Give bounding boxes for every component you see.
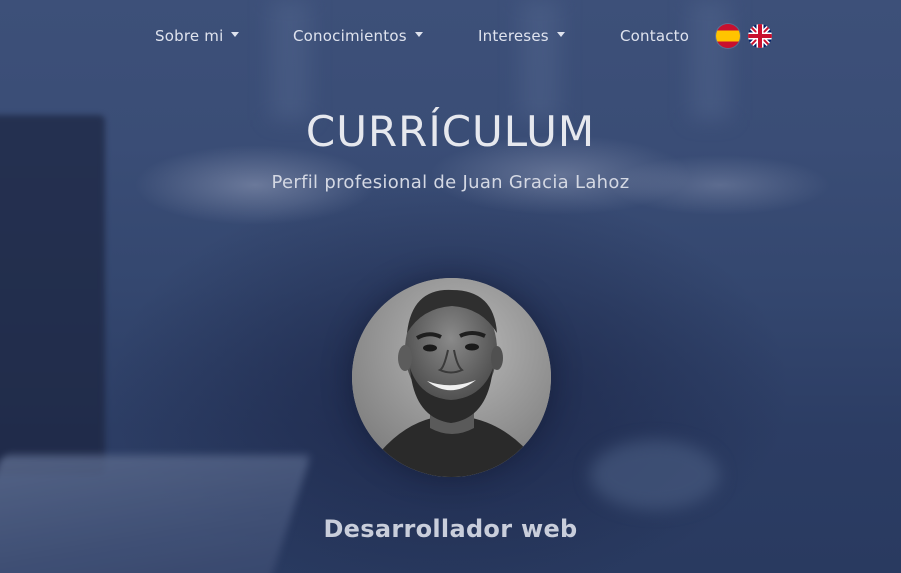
top-navbar: Sobre mi Conocimientos Intereses Contact… (0, 24, 901, 52)
nav-item-conocimientos[interactable]: Conocimientos (293, 27, 423, 45)
profile-photo (352, 278, 551, 477)
job-title: Desarrollador web (323, 515, 578, 543)
nav-item-label: Sobre mi (155, 27, 224, 45)
nav-item-label: Contacto (620, 27, 690, 45)
background-shape (690, 0, 730, 120)
nav-item-sobre-mi[interactable]: Sobre mi (155, 27, 240, 45)
spain-flag-icon[interactable] (716, 24, 740, 48)
page-title: CURRÍCULUM (305, 107, 596, 156)
page-subtitle: Perfil profesional de Juan Gracia Lahoz (271, 172, 630, 193)
background-laptop-base (0, 455, 312, 573)
background-shape (270, 0, 310, 120)
background-mug (590, 440, 720, 510)
nav-item-intereses[interactable]: Intereses (478, 27, 565, 45)
nav-item-label: Intereses (478, 27, 549, 45)
caret-down-icon (556, 32, 565, 37)
uk-flag-icon[interactable] (748, 24, 772, 48)
caret-down-icon (231, 32, 240, 37)
background-laptop-screen (0, 115, 105, 475)
background-shape (520, 0, 560, 120)
nav-item-label: Conocimientos (293, 27, 407, 45)
caret-down-icon (414, 32, 423, 37)
nav-item-contacto[interactable]: Contacto (620, 27, 689, 45)
